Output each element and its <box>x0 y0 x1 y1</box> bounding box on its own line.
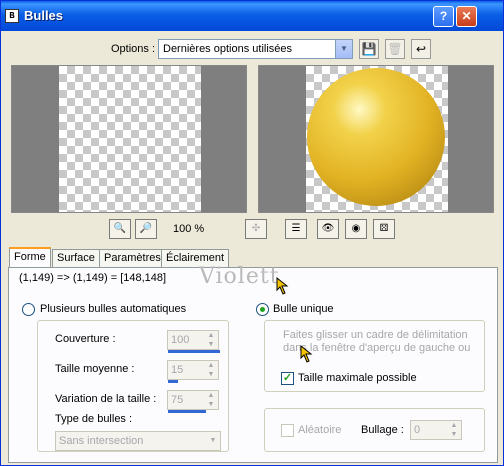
spin-arrows-icon[interactable]: ▲ ▼ <box>204 361 218 379</box>
help-button[interactable]: ? <box>433 6 454 27</box>
tab-forme-label: Forme <box>14 251 46 263</box>
max-size-checkbox[interactable]: ✓ <box>281 372 294 385</box>
auto-bubbles-group: Couverture : 100 ▲ ▼ Taille moyenne : 15 … <box>37 320 229 452</box>
delete-preset-button[interactable]: 🗑 <box>385 39 405 59</box>
undo-arrow-icon: ↩ <box>415 42 427 56</box>
save-preset-button[interactable]: 💾 <box>359 39 379 59</box>
chevron-down-icon[interactable]: ▼ <box>335 40 352 58</box>
size-variation-label: Variation de la taille : <box>55 393 157 405</box>
tab-eclairement-label: Éclairement <box>166 252 225 264</box>
random-label: Aléatoire <box>298 424 342 436</box>
single-bubble-label: Bulle unique <box>273 303 334 315</box>
bulles-app-icon: B <box>5 9 19 23</box>
save-icon: 💾 <box>361 42 377 56</box>
pointer-cursor-icon <box>300 344 313 363</box>
options-label: Options : <box>111 43 156 55</box>
avg-size-value: 15 <box>171 364 184 376</box>
proof-icon: ☰ <box>291 223 301 234</box>
coverage-slider[interactable] <box>168 350 220 353</box>
forme-panel: (1,149) => (1,149) = [148,148] Violett P… <box>8 264 498 463</box>
options-select[interactable]: Dernières options utilisées ▼ <box>158 39 353 59</box>
move-icon: ✣ <box>251 223 261 234</box>
avg-size-field[interactable]: 15 ▲ ▼ <box>167 360 219 383</box>
coverage-label: Couverture : <box>55 333 116 345</box>
zoom-in-icon: 🔎 <box>139 223 153 234</box>
avg-size-slider[interactable] <box>168 380 178 383</box>
trash-icon: 🗑 <box>387 42 403 56</box>
size-variation-field[interactable]: 75 ▲ ▼ <box>167 390 219 413</box>
zoom-row: 🔍 🔎 100 % ✣ ☰ 👁 ◉ ⚄ <box>1 219 503 239</box>
chevron-down-icon[interactable]: ▼ <box>206 432 220 450</box>
spin-arrows-icon[interactable]: ▲ ▼ <box>204 391 218 409</box>
auto-proof-icon: 👁 <box>321 223 335 234</box>
options-select-value: Dernières options utilisées <box>163 43 293 55</box>
proof-button[interactable]: ☰ <box>285 219 307 239</box>
coverage-field[interactable]: 100 ▲ ▼ <box>167 330 220 353</box>
reset-button[interactable]: ↩ <box>411 39 431 59</box>
tab-parametres[interactable]: Paramètres <box>99 249 166 267</box>
auto-bubbles-label: Plusieurs bulles automatiques <box>40 303 187 315</box>
pan-button[interactable]: ✣ <box>245 219 267 239</box>
selection-coordinates: (1,149) => (1,149) = [148,148] <box>19 272 167 284</box>
source-preview[interactable] <box>11 65 247 213</box>
coverage-value: 100 <box>171 334 190 346</box>
transparent-canvas <box>59 66 201 212</box>
zoom-out-icon: 🔍 <box>113 223 127 234</box>
single-bubble-radio[interactable] <box>256 303 269 316</box>
max-size-label: Taille maximale possible <box>298 372 417 384</box>
spin-arrows-icon[interactable]: ▲ ▼ <box>447 421 461 439</box>
tab-surface-label: Surface <box>57 252 95 264</box>
close-button[interactable]: ✕ <box>456 6 477 27</box>
randomize-button[interactable]: ⚄ <box>373 219 395 239</box>
tab-forme[interactable]: Forme <box>9 247 51 268</box>
auto-proof-button[interactable]: 👁 <box>317 219 339 239</box>
bubble-type-select[interactable]: Sans intersection ▼ <box>55 431 221 451</box>
bubbles-dialog: B Bulles ? ✕ Options : Dernières options… <box>0 0 504 466</box>
pointer-cursor-icon <box>276 276 289 295</box>
bullage-label: Bullage : <box>361 424 404 436</box>
bullage-field[interactable]: 0 ▲ ▼ <box>410 420 462 440</box>
auto-bubbles-radio[interactable] <box>22 303 35 316</box>
random-group: Aléatoire Bullage : 0 ▲ ▼ <box>264 408 485 452</box>
bubble-preview <box>307 68 445 206</box>
result-preview[interactable] <box>258 65 494 213</box>
tab-parametres-label: Paramètres <box>104 252 161 264</box>
watermark: Violett <box>199 264 280 289</box>
size-variation-value: 75 <box>171 394 184 406</box>
spin-arrows-icon[interactable]: ▲ ▼ <box>204 331 218 349</box>
zoom-level: 100 % <box>173 223 205 235</box>
options-row: Options : Dernières options utilisées ▼ … <box>1 39 503 61</box>
dice-icon: ⚄ <box>379 223 389 234</box>
bubble-type-value: Sans intersection <box>59 435 144 447</box>
window-title: Bulles <box>24 8 64 23</box>
random-checkbox[interactable] <box>281 424 294 437</box>
avg-size-label: Taille moyenne : <box>55 363 135 375</box>
size-variation-slider[interactable] <box>168 410 206 413</box>
zoom-in-button[interactable]: 🔎 <box>135 219 157 239</box>
tab-surface[interactable]: Surface <box>52 249 100 267</box>
single-bubble-group: Faites glisser un cadre de délimitation … <box>264 320 485 392</box>
bullage-value: 0 <box>414 424 421 436</box>
bubble-type-label: Type de bulles : <box>55 413 133 425</box>
zoom-out-button[interactable]: 🔍 <box>109 219 131 239</box>
preview-eye-button[interactable]: ◉ <box>345 219 367 239</box>
title-bar[interactable]: B Bulles ? ✕ <box>1 1 503 31</box>
eye-icon: ◉ <box>351 223 361 234</box>
